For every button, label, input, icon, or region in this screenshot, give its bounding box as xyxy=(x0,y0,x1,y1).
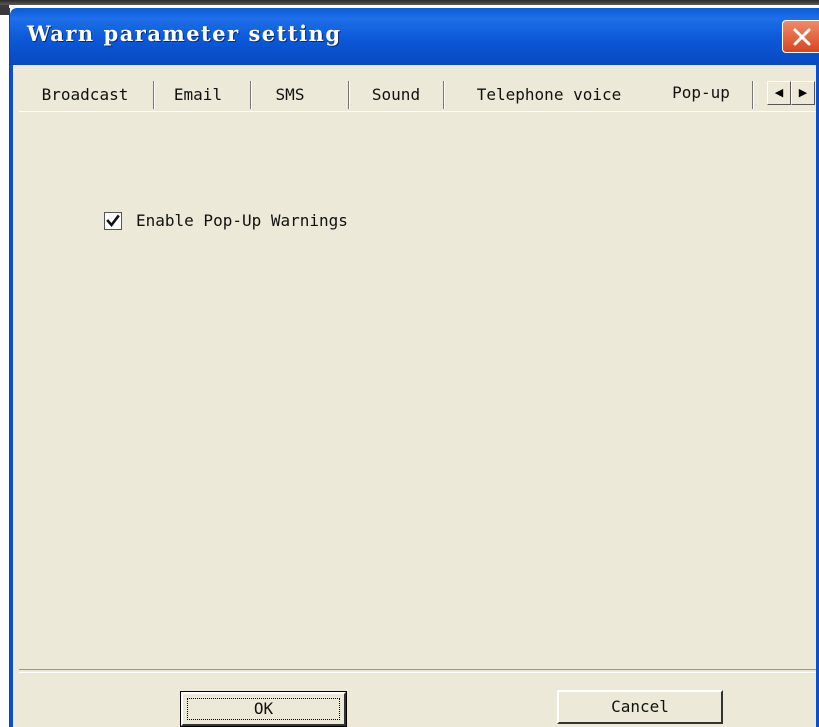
enable-popup-warnings-label: Enable Pop-Up Warnings xyxy=(136,211,348,230)
button-divider xyxy=(19,669,817,673)
close-button[interactable] xyxy=(782,20,819,53)
screen-top-notch xyxy=(0,5,9,15)
cancel-button-label: Cancel xyxy=(611,697,669,716)
checkmark-icon xyxy=(106,214,120,228)
tab-strip: Broadcast Email SMS Sound Telephone voic… xyxy=(19,75,819,113)
tab-separator xyxy=(250,81,251,109)
tab-separator xyxy=(348,81,349,109)
enable-popup-warnings-checkbox[interactable] xyxy=(104,212,122,230)
tab-broadcast[interactable]: Broadcast xyxy=(21,79,149,111)
tab-panel-pop-up: Enable Pop-Up Warnings xyxy=(19,111,819,660)
tab-scroll-left-button[interactable]: ◀ xyxy=(767,81,791,105)
cancel-button[interactable]: Cancel xyxy=(557,690,723,724)
tab-email[interactable]: Email xyxy=(159,79,237,111)
tab-pop-up[interactable]: Pop-up xyxy=(653,75,749,111)
tab-sound[interactable]: Sound xyxy=(353,79,439,111)
dialog-client-area: Broadcast Email SMS Sound Telephone voic… xyxy=(10,65,819,727)
dialog-window: Warn parameter setting Broadcast Email S… xyxy=(9,8,819,727)
ok-button[interactable]: OK xyxy=(180,691,347,727)
title-bar[interactable]: Warn parameter setting xyxy=(10,8,819,65)
tab-scroll-right-button[interactable]: ▶ xyxy=(791,81,815,105)
tab-scroll-buttons: ◀ ▶ xyxy=(767,81,819,107)
tab-telephone-voice[interactable]: Telephone voice xyxy=(449,79,649,111)
screen-top-edge xyxy=(0,0,819,5)
focus-rectangle xyxy=(187,698,340,720)
arrow-left-icon: ◀ xyxy=(774,86,784,99)
tab-separator xyxy=(153,81,154,109)
tab-sms[interactable]: SMS xyxy=(255,79,325,111)
tab-separator xyxy=(752,81,753,109)
tab-separator xyxy=(443,81,444,109)
close-icon xyxy=(793,28,811,46)
arrow-right-icon: ▶ xyxy=(798,86,808,99)
window-title: Warn parameter setting xyxy=(27,21,342,46)
